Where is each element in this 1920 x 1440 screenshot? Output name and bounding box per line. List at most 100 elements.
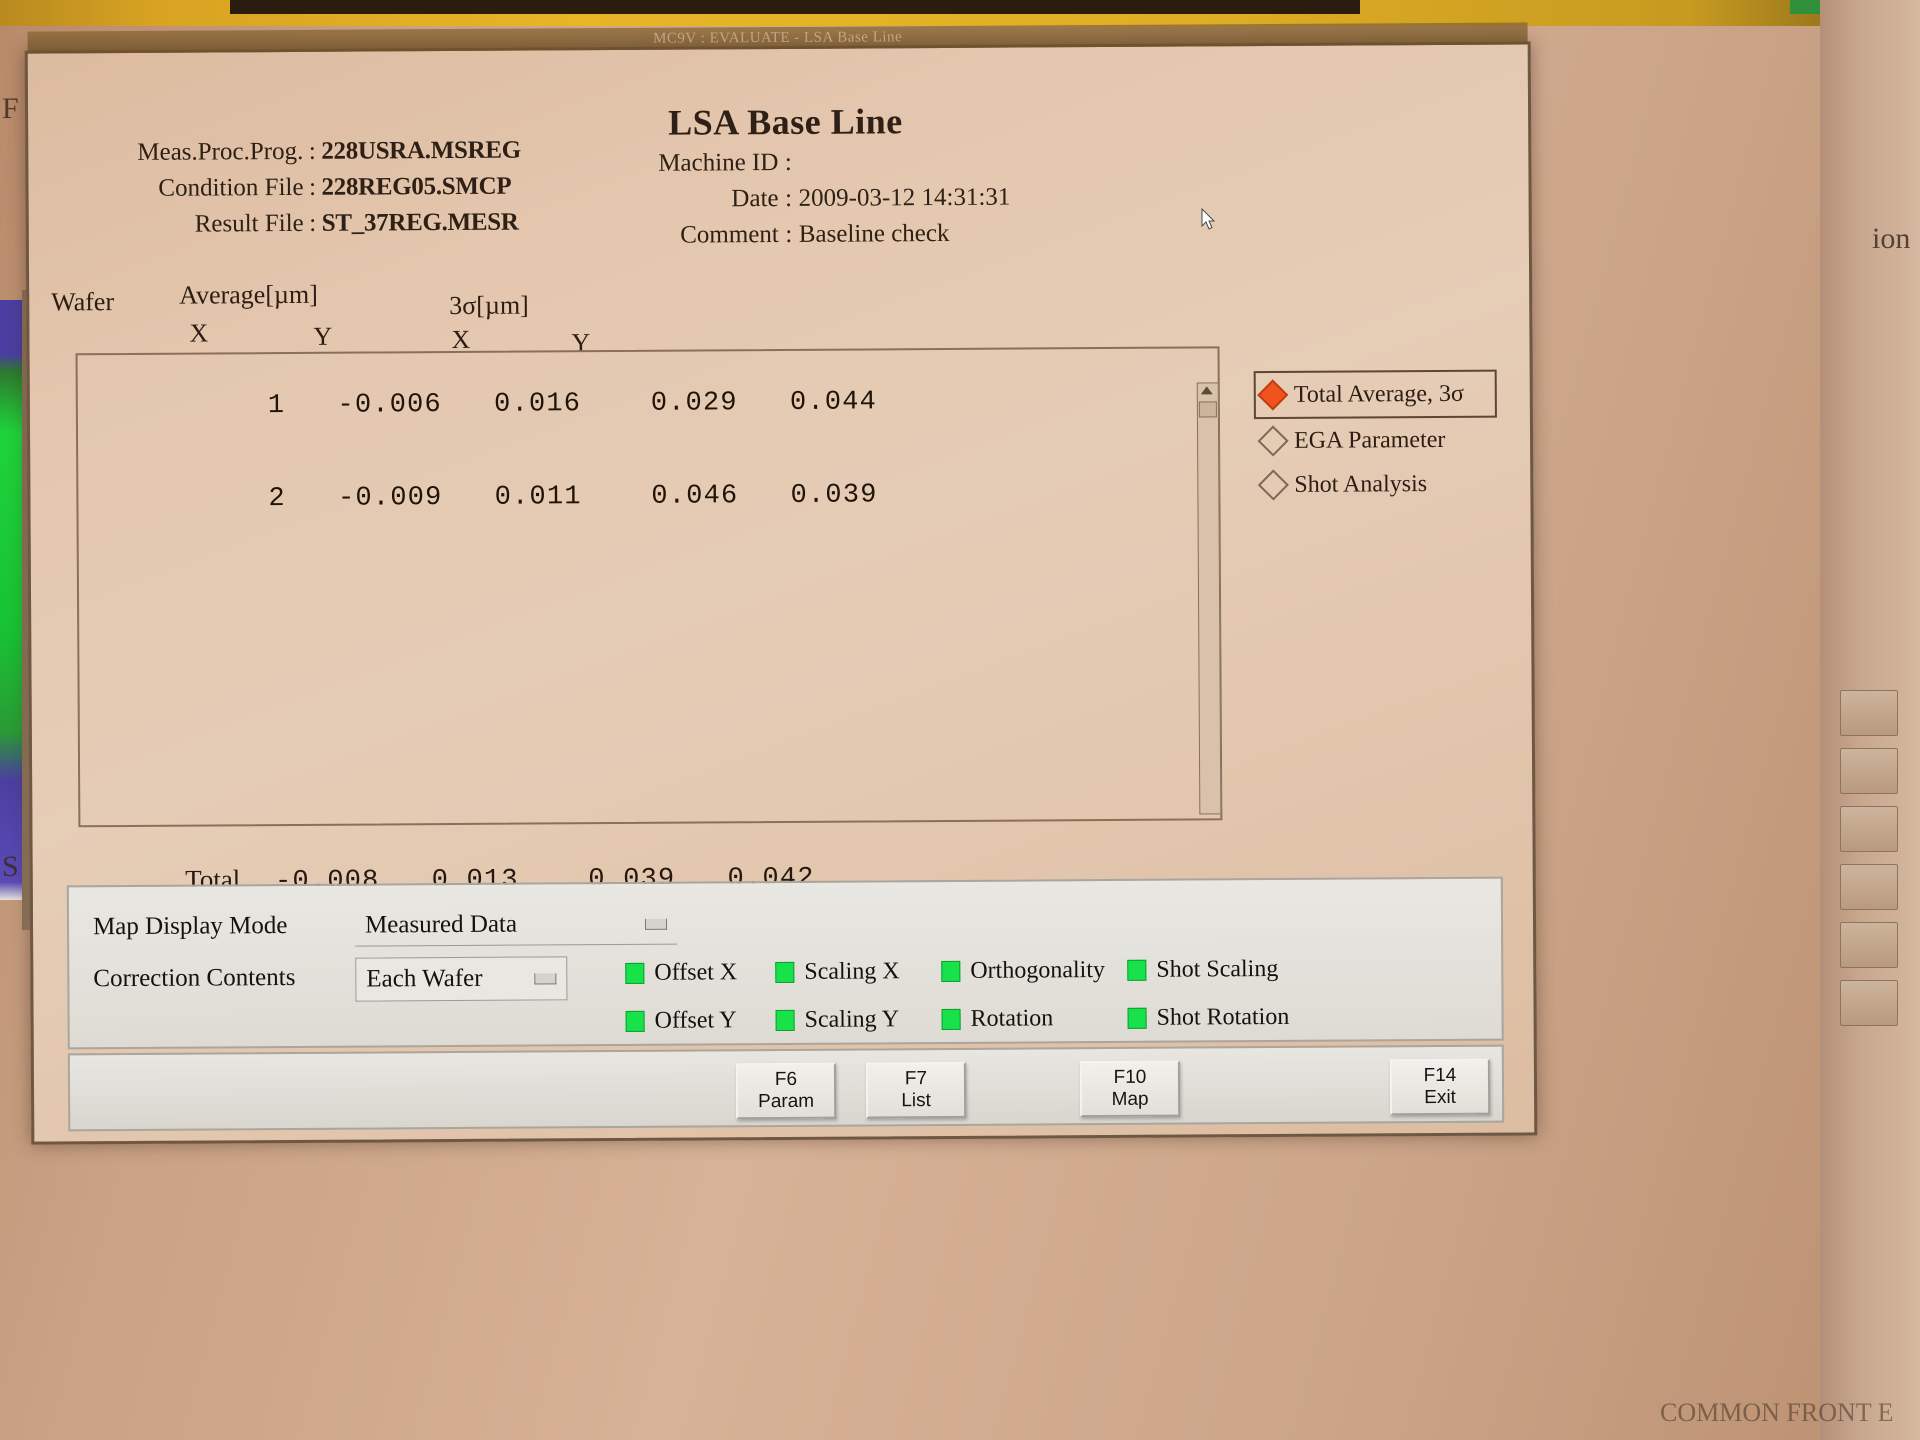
machine-id-row: Machine ID: [628, 149, 798, 178]
checkbox-icon[interactable] [941, 960, 961, 983]
header-wafer: Wafer [51, 287, 115, 317]
condition-file-row: Condition File:228REG05.SMCP [88, 173, 511, 204]
fkey-f6-param[interactable]: F6 Param [735, 1062, 837, 1120]
result-file-row: Result File: ST_37REG.MESR [89, 209, 519, 240]
correction-contents-value: Each Wafer [366, 964, 483, 993]
checkbox-label: Offset Y [654, 1007, 737, 1034]
chevron-down-icon[interactable] [534, 972, 557, 985]
comment-value: Baseline check [798, 219, 950, 248]
checkbox-shot-rotation[interactable]: Shot Rotation [1127, 1003, 1290, 1032]
checkbox-offset-y[interactable]: Offset Y [625, 1007, 737, 1035]
cell-sigma-y: 0.039 [790, 480, 878, 512]
fkey-f14-exit[interactable]: F14 Exit [1389, 1058, 1491, 1116]
background-color-strip [0, 300, 22, 900]
checkbox-shot-scaling[interactable]: Shot Scaling [1127, 956, 1278, 984]
header-sigma-group: 3σ[µm] [449, 290, 529, 321]
correction-contents-label: Correction Contents [93, 963, 296, 993]
fkey-key: F6 [774, 1069, 798, 1091]
background-hardware-key [1840, 806, 1898, 852]
radio-diamond-icon[interactable] [1257, 425, 1289, 457]
map-display-mode-value: Measured Data [364, 910, 518, 939]
condition-file-label: Condition File [158, 173, 304, 202]
scrollbar-thumb[interactable] [1198, 401, 1217, 418]
background-hardware-key [1840, 922, 1898, 968]
fkey-key: F7 [904, 1068, 928, 1090]
mouse-cursor [1201, 208, 1216, 230]
fkey-name: Exit [1424, 1086, 1457, 1109]
colon: : [308, 137, 316, 165]
meas-proc-prog-row: Meas.Proc.Prog.:228USRA.MSREG [88, 137, 521, 168]
background-label-s: S [2, 850, 19, 883]
radio-label: Shot Analysis [1294, 470, 1428, 498]
checkbox-icon[interactable] [625, 1010, 645, 1032]
background-dark-band [230, 0, 1360, 14]
radio-shot-analysis[interactable]: Shot Analysis [1257, 462, 1497, 507]
background-hardware-key [1840, 748, 1898, 794]
table-column-headers: Wafer Average[µm] 3σ[µm] X Y X Y [51, 277, 751, 357]
checkbox-label: Scaling Y [804, 1006, 900, 1033]
table-vertical-scrollbar[interactable] [1196, 382, 1222, 815]
comment-label: Comment [680, 221, 779, 249]
map-display-mode-select[interactable]: Measured Data [354, 903, 678, 947]
fkey-f10-map[interactable]: F10 Map [1079, 1060, 1181, 1118]
colon: : [785, 220, 793, 248]
radio-total-average[interactable]: Total Average, 3σ [1253, 369, 1497, 420]
machine-id-label: Machine ID [658, 149, 779, 177]
condition-file-value: 228REG05.SMCP [321, 172, 512, 201]
checkbox-icon[interactable] [625, 962, 645, 984]
radio-diamond-icon[interactable] [1257, 379, 1289, 411]
settings-panel: Map Display Mode Measured Data Correctio… [66, 876, 1504, 1050]
radio-ega-parameter[interactable]: EGA Parameter [1257, 418, 1497, 463]
table-row[interactable]: 1 -0.006 0.016 0.029 0.044 [94, 356, 878, 454]
cell-average-x: -0.006 [337, 390, 443, 421]
checkbox-scaling-x[interactable]: Scaling X [775, 958, 900, 986]
page-title: LSA Base Line [668, 101, 903, 143]
checkbox-scaling-y[interactable]: Scaling Y [775, 1006, 900, 1034]
checkbox-label: Shot Rotation [1156, 1003, 1290, 1031]
background-hardware-key [1840, 980, 1898, 1026]
radio-diamond-icon[interactable] [1257, 469, 1289, 501]
fkey-name: Param [758, 1090, 815, 1113]
result-file-label: Result File [194, 209, 304, 238]
cell-average-x: -0.009 [337, 483, 443, 514]
cell-wafer: 1 [267, 391, 286, 422]
table-row[interactable]: 2 -0.009 0.011 0.046 0.039 [94, 450, 878, 548]
analysis-mode-radio-group[interactable]: Total Average, 3σ EGA Parameter Shot Ana… [1253, 369, 1498, 507]
checkbox-icon[interactable] [775, 961, 795, 984]
cell-wafer: 2 [268, 484, 286, 515]
checkbox-offset-x[interactable]: Offset X [625, 959, 737, 987]
date-value: 2009-03-12 14:31:31 [798, 183, 1011, 212]
checkbox-rotation[interactable]: Rotation [941, 1005, 1054, 1033]
checkbox-icon[interactable] [1127, 1007, 1147, 1029]
correction-contents-select[interactable]: Each Wafer [355, 956, 568, 1002]
background-hardware-key [1840, 864, 1898, 910]
function-key-bar: F6 Param F7 List F10 Map F14 Exit [67, 1044, 1505, 1132]
fkey-f7-list[interactable]: F7 List [865, 1061, 967, 1119]
checkbox-label: Shot Scaling [1156, 955, 1279, 983]
cell-sigma-y: 0.044 [789, 387, 878, 418]
checkbox-icon[interactable] [941, 1008, 961, 1031]
checkbox-label: Scaling X [804, 958, 900, 985]
cell-average-y: 0.011 [494, 482, 582, 513]
fkey-key: F14 [1423, 1065, 1457, 1087]
results-table[interactable]: 1 -0.006 0.016 0.029 0.044 2 -0.009 0.01… [75, 346, 1223, 828]
results-table-rows: 1 -0.006 0.016 0.029 0.044 2 -0.009 0.01… [94, 356, 878, 547]
fkey-key: F10 [1113, 1066, 1147, 1089]
cell-sigma-x: 0.029 [650, 388, 738, 419]
checkbox-label: Rotation [970, 1005, 1054, 1032]
checkbox-label: Offset X [654, 959, 738, 986]
map-display-mode-label: Map Display Mode [92, 912, 288, 941]
meas-proc-prog-label: Meas.Proc.Prog. [137, 137, 304, 166]
checkbox-icon[interactable] [775, 1009, 795, 1032]
cell-sigma-x: 0.046 [651, 481, 739, 512]
fkey-name: Map [1111, 1088, 1149, 1110]
scroll-up-arrow-icon[interactable] [1200, 386, 1213, 395]
chevron-down-icon[interactable] [644, 918, 668, 930]
colon: : [309, 209, 317, 237]
checkbox-orthogonality[interactable]: Orthogonality [941, 957, 1105, 985]
background-label-common-front: COMMON FRONT E [1660, 1398, 1894, 1427]
radio-label: Total Average, 3σ [1293, 380, 1464, 408]
checkbox-label: Orthogonality [970, 957, 1106, 984]
checkbox-icon[interactable] [1127, 959, 1147, 981]
background-label-ion: ion [1872, 222, 1911, 255]
